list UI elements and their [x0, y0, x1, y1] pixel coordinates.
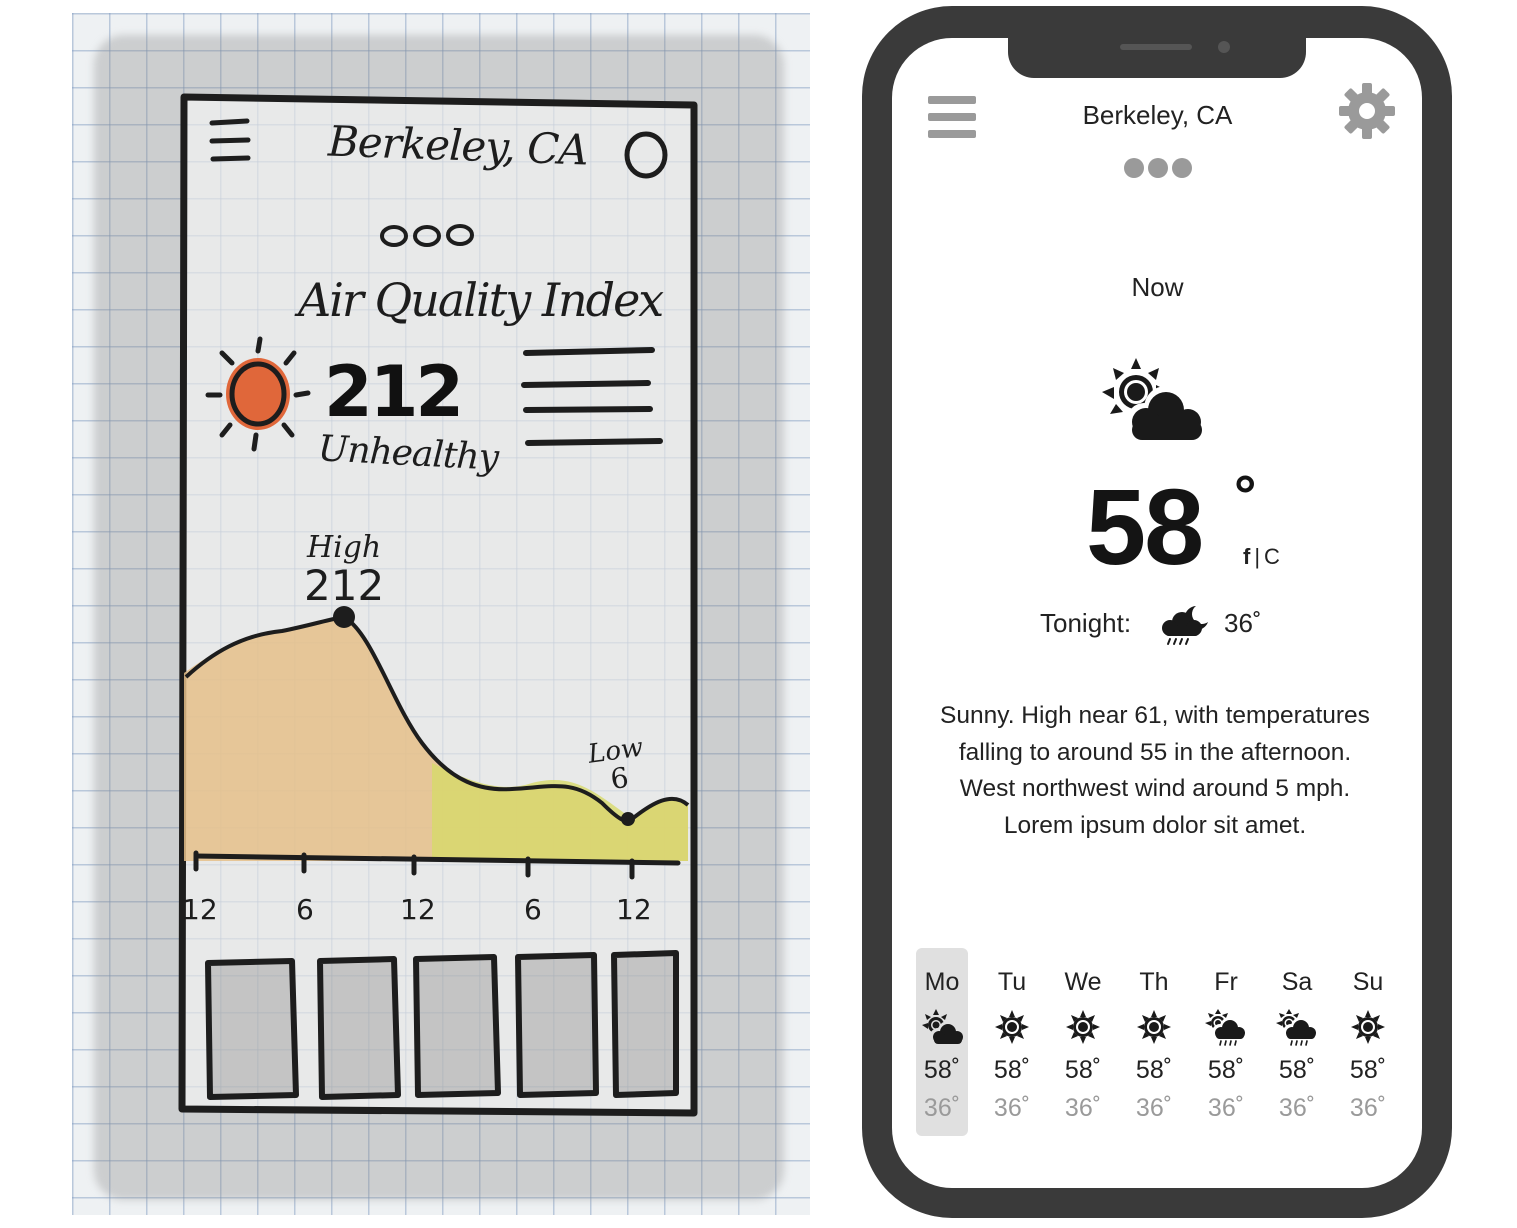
- forecast-description: Sunny. High near 61, with temperatures f…: [900, 698, 1410, 844]
- sketch-drawing: [178, 93, 698, 1117]
- day-name: Su: [1352, 968, 1384, 996]
- partly-cloudy-icon: [922, 1009, 964, 1044]
- day-friday[interactable]: Fr 58˚ 36˚: [1200, 948, 1252, 1136]
- day-thursday[interactable]: Th 58˚ 36˚: [1128, 948, 1180, 1136]
- sketch-aqi-value: 212: [324, 351, 464, 433]
- celsius-toggle[interactable]: C: [1264, 544, 1280, 569]
- current-temperature: 58: [1086, 466, 1204, 587]
- sketch-time-tick: 12: [616, 893, 652, 926]
- forecast-line: falling to around 55 in the afternoon.: [958, 738, 1352, 766]
- tonight-temperature: 36˚: [1224, 608, 1262, 638]
- day-name: Th: [1139, 968, 1169, 996]
- day-high: 58˚: [1349, 1056, 1387, 1084]
- weekly-forecast: Mo 58˚ 36˚ Tu 58˚ 36˚ We 58˚ 36˚ Th 58˚ …: [914, 948, 1414, 1138]
- day-low: 36˚: [993, 1094, 1031, 1122]
- sketch-time-tick: 12: [400, 893, 436, 926]
- forecast-line: Sunny. High near 61, with temperatures: [940, 702, 1370, 729]
- hamburger-menu-icon[interactable]: [928, 96, 976, 138]
- sketch-high-value: 212: [304, 561, 385, 610]
- speaker-grille: [1120, 44, 1192, 50]
- degree-symbol: °: [1234, 463, 1257, 526]
- sun-rain-cloud-icon: [1205, 1009, 1247, 1046]
- page-dot[interactable]: [1172, 158, 1192, 178]
- sketch-aqi-heading: Air Quality Index: [298, 273, 664, 327]
- day-monday[interactable]: Mo 58˚ 36˚: [916, 948, 968, 1136]
- sketch-high-annotation: High 212: [304, 533, 384, 609]
- sketch-location-title: Berkeley, CA: [327, 116, 589, 175]
- front-camera: [1218, 41, 1230, 53]
- unit-separator: |: [1254, 544, 1261, 569]
- tonight-label: Tonight:: [1040, 608, 1132, 638]
- day-saturday[interactable]: Sa 58˚ 36˚: [1271, 948, 1323, 1136]
- page-dot[interactable]: [1148, 158, 1168, 178]
- forecast-line: Lorem ipsum dolor sit amet.: [1003, 811, 1307, 839]
- paper-sketch-photo: Berkeley, CA Air Quality Index 212 Unhea…: [72, 13, 810, 1215]
- day-low: 36˚: [923, 1094, 961, 1122]
- day-high: 58˚: [1135, 1056, 1173, 1084]
- forecast-line: West northwest wind around 5 mph.: [959, 775, 1351, 803]
- location-title: Berkeley, CA: [1082, 100, 1233, 130]
- phone-notch: [1008, 30, 1306, 78]
- gear-icon[interactable]: [1338, 82, 1396, 140]
- sun-rain-cloud-icon: [1276, 1009, 1318, 1046]
- day-low: 36˚: [1135, 1094, 1173, 1122]
- sketch-low-annotation: Low 6: [586, 732, 648, 796]
- day-high: 58˚: [923, 1056, 961, 1084]
- day-tuesday[interactable]: Tu 58˚ 36˚: [986, 948, 1038, 1136]
- day-high: 58˚: [1207, 1056, 1245, 1084]
- day-name: Sa: [1281, 968, 1313, 996]
- day-high: 58˚: [1064, 1056, 1102, 1084]
- sketch-high-label: High: [306, 530, 382, 565]
- day-name: Mo: [924, 968, 960, 996]
- sketch-time-tick: 6: [296, 893, 314, 926]
- unit-toggle[interactable]: f | C: [1243, 544, 1280, 570]
- day-high: 58˚: [1278, 1056, 1316, 1084]
- day-name: Fr: [1214, 968, 1238, 996]
- sketch-time-tick: 6: [524, 893, 542, 926]
- sketch-low-point: [621, 812, 635, 826]
- now-label: Now: [1131, 272, 1184, 302]
- day-name: Tu: [997, 968, 1027, 996]
- sun-icon: [995, 1010, 1029, 1044]
- day-high: 58˚: [993, 1056, 1031, 1084]
- sun-icon: [1137, 1010, 1171, 1044]
- sun-icon: [1066, 1010, 1100, 1044]
- fahrenheit-toggle[interactable]: f: [1243, 544, 1250, 569]
- page-dot[interactable]: [1124, 158, 1144, 178]
- day-low: 36˚: [1278, 1094, 1316, 1122]
- day-sunday[interactable]: Su 58˚ 36˚: [1342, 948, 1394, 1136]
- sun-icon: [1351, 1010, 1385, 1044]
- night-rain-icon: [1162, 606, 1208, 645]
- day-low: 36˚: [1064, 1094, 1102, 1122]
- sketch-time-tick: 12: [182, 893, 218, 926]
- day-wednesday[interactable]: We 58˚ 36˚: [1057, 948, 1109, 1136]
- partly-cloudy-icon: [1102, 358, 1206, 443]
- page-indicator[interactable]: [1124, 158, 1192, 178]
- day-name: We: [1064, 968, 1102, 996]
- day-low: 36˚: [1349, 1094, 1387, 1122]
- day-low: 36˚: [1207, 1094, 1245, 1122]
